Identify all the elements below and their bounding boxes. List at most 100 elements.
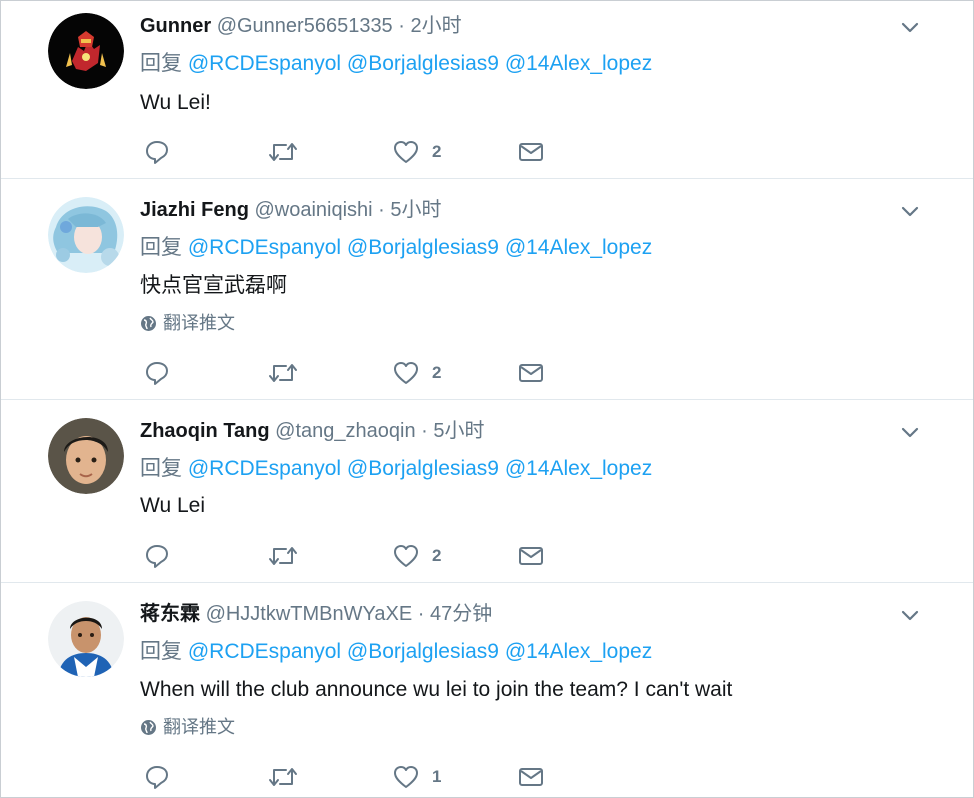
like-button[interactable]: 2 [393,543,441,569]
translate-tweet-link[interactable]: 翻译推文 [140,715,235,739]
tweet: Gunner @Gunner56651335 · 2小时 回复 @RCDEspa… [1,1,973,179]
like-count: 1 [432,767,442,786]
timestamp[interactable]: 5小时 [390,199,441,221]
like-count: 2 [432,142,442,161]
mention-link[interactable]: @14Alex_lopez [505,52,652,75]
anime-avatar-icon [48,197,124,273]
player-avatar-icon [48,601,124,677]
reply-prefix: 回复 [140,52,182,75]
heart-icon [394,362,418,384]
retweet-button[interactable] [268,360,298,386]
reply-prefix: 回复 [140,236,182,259]
tweet-header: Jiazhi Feng @woainiqishi · 5小时 [140,197,442,223]
heart-icon [394,141,418,163]
reply-icon [146,766,168,789]
mention-link[interactable]: @RCDEspanyol [188,52,341,75]
reply-button[interactable] [144,764,170,790]
chevron-down-icon[interactable] [899,422,921,444]
tweet-header: Zhaoqin Tang @tang_zhaoqin · 5小时 [140,418,485,444]
mention-link[interactable]: @14Alex_lopez [505,640,652,663]
direct-message-button[interactable] [518,360,544,386]
separator-dot: · [398,15,405,37]
user-handle[interactable]: @HJJtkwTMBnWYaXE [206,603,413,625]
user-handle[interactable]: @woainiqishi [254,199,372,221]
timestamp[interactable]: 5小时 [433,420,484,442]
like-button[interactable]: 2 [393,360,441,386]
translate-tweet-link[interactable]: 翻译推文 [140,311,235,335]
tweet: Zhaoqin Tang @tang_zhaoqin · 5小时 回复 @RCD… [1,400,973,583]
user-handle[interactable]: @Gunner56651335 [217,15,393,37]
reply-context: 回复 @RCDEspanyol @Borjalglesias9 @14Alex_… [140,50,652,78]
tweet-header: Gunner @Gunner56651335 · 2小时 [140,13,462,39]
chevron-down-icon[interactable] [899,605,921,627]
tweet: 蒋东霖 @HJJtkwTMBnWYaXE · 47分钟 回复 @RCDEspan… [1,583,973,797]
mention-link[interactable]: @Borjalglesias9 [347,236,499,259]
mention-link[interactable]: @14Alex_lopez [505,457,652,480]
envelope-icon [519,547,543,565]
mention-link[interactable]: @Borjalglesias9 [347,457,499,480]
reply-icon [146,362,168,385]
retweet-icon [269,768,297,786]
mention-link[interactable]: @Borjalglesias9 [347,640,499,663]
avatar[interactable] [48,601,124,677]
separator-dot: · [421,420,428,442]
tweet-text: Wu Lei [140,494,205,517]
timestamp[interactable]: 2小时 [410,15,461,37]
display-name[interactable]: 蒋东霖 [140,603,200,625]
retweet-button[interactable] [268,139,298,165]
display-name[interactable]: Jiazhi Feng [140,199,249,221]
direct-message-button[interactable] [518,764,544,790]
globe-icon [141,315,156,331]
reply-icon [146,141,168,164]
translate-label: 翻译推文 [163,313,235,333]
retweet-button[interactable] [268,543,298,569]
display-name[interactable]: Zhaoqin Tang [140,420,270,442]
reply-context: 回复 @RCDEspanyol @Borjalglesias9 @14Alex_… [140,455,652,483]
retweet-icon [269,364,297,382]
avatar[interactable] [48,418,124,494]
mention-link[interactable]: @RCDEspanyol [188,640,341,663]
reply-context: 回复 @RCDEspanyol @Borjalglesias9 @14Alex_… [140,638,652,666]
direct-message-button[interactable] [518,543,544,569]
envelope-icon [519,143,543,161]
envelope-icon [519,364,543,382]
mention-link[interactable]: @RCDEspanyol [188,236,341,259]
globe-icon [141,719,156,735]
like-button[interactable]: 2 [393,139,441,165]
separator-dot: · [417,603,425,625]
separator-dot: · [378,199,385,221]
tweet-reply-list: Gunner @Gunner56651335 · 2小时 回复 @RCDEspa… [0,0,974,798]
retweet-icon [269,143,297,161]
direct-message-button[interactable] [518,139,544,165]
boy-avatar-icon [48,418,124,494]
translate-label: 翻译推文 [163,717,235,737]
reply-button[interactable] [144,360,170,386]
avatar[interactable] [48,197,124,273]
reply-prefix: 回复 [140,640,182,663]
timestamp[interactable]: 47分钟 [430,603,492,625]
retweet-button[interactable] [268,764,298,790]
heart-icon [394,766,418,788]
reply-context: 回复 @RCDEspanyol @Borjalglesias9 @14Alex_… [140,234,652,262]
like-count: 2 [432,546,442,565]
reply-button[interactable] [144,139,170,165]
chevron-down-icon[interactable] [899,17,921,39]
heart-icon [394,545,418,567]
avatar[interactable] [48,13,124,89]
chevron-down-icon[interactable] [899,201,921,223]
tweet-header: 蒋东霖 @HJJtkwTMBnWYaXE · 47分钟 [140,601,492,627]
tweet-text: Wu Lei! [140,91,211,114]
mention-link[interactable]: @Borjalglesias9 [347,52,499,75]
reply-button[interactable] [144,543,170,569]
reply-icon [146,545,168,568]
mention-link[interactable]: @14Alex_lopez [505,236,652,259]
display-name[interactable]: Gunner [140,15,211,37]
tweet: Jiazhi Feng @woainiqishi · 5小时 回复 @RCDEs… [1,179,973,400]
like-button[interactable]: 1 [393,764,441,790]
like-count: 2 [432,363,442,382]
tweet-text: 快点官宣武磊啊 [140,274,287,297]
tweet-text: When will the club announce wu lei to jo… [140,678,733,701]
mention-link[interactable]: @RCDEspanyol [188,457,341,480]
retweet-icon [269,547,297,565]
user-handle[interactable]: @tang_zhaoqin [275,420,415,442]
